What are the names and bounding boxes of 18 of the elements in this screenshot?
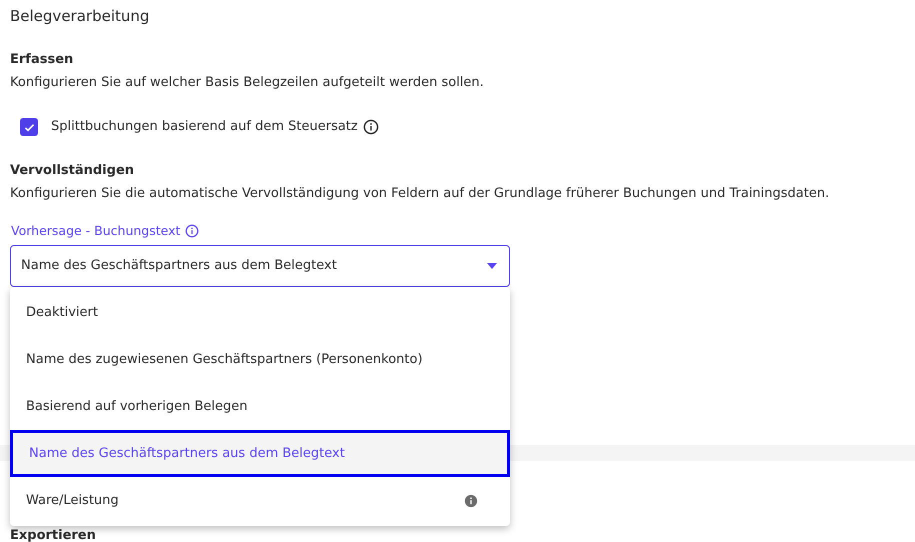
section-heading: Erfassen (10, 51, 74, 69)
checkbox-label: Splittbuchungen basierend auf dem Steuersatz (51, 118, 358, 136)
select-field[interactable]: Name des Geschäftspartners aus dem Belegtext (10, 245, 510, 287)
section-description: Konfigurieren Sie auf welcher Basis Belegzeilen aufgeteilt werden sollen. (10, 74, 485, 92)
checkbox[interactable] (20, 118, 38, 136)
dropdown-option[interactable]: Basierend auf vorherigen Belegen (10, 383, 510, 430)
page-title: Belegverarbeitung (10, 6, 150, 26)
section-description: Konfigurieren Sie die automatische Vervollständigung von Feldern auf der Grundlage früherer Buchungen und Trainingsdaten. (10, 185, 830, 203)
info-icon[interactable] (362, 119, 379, 135)
field-label: Vorhersage - Buchungstext (11, 222, 180, 240)
dropdown-option[interactable]: Name des zugewiesenen Geschäftspartners (Personenkonto) (10, 336, 510, 383)
dropdown-caret-icon[interactable] (487, 263, 497, 269)
info-icon[interactable] (185, 224, 200, 238)
dropdown-option[interactable]: Ware/Leistung (10, 477, 510, 524)
section-heading: Vervollständigen (10, 162, 136, 180)
dropdown-option[interactable]: Deaktiviert (10, 289, 510, 336)
section-heading: Exportieren (10, 528, 96, 542)
dropdown-option[interactable]: Name des Geschäftspartners aus dem Belegtext (10, 430, 510, 477)
